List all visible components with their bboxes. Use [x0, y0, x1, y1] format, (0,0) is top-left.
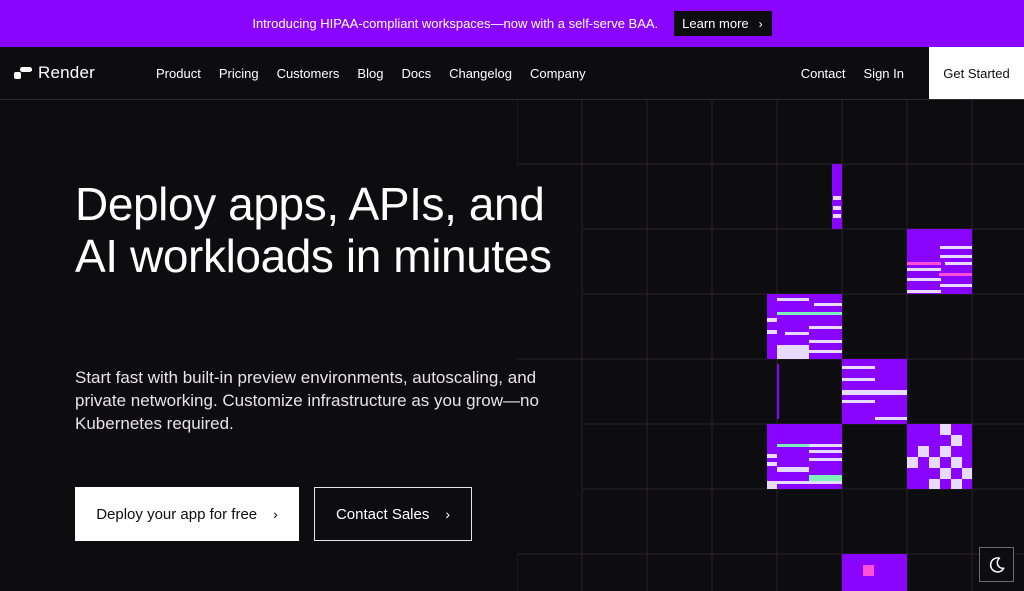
- contact-sales-label: Contact Sales: [335, 505, 430, 523]
- announcement-bar: Introducing HIPAA-compliant workspaces—n…: [0, 0, 1024, 47]
- learn-more-button[interactable]: Learn more ›: [674, 11, 772, 36]
- chevron-right-icon: ›: [758, 16, 763, 31]
- nav-link-product[interactable]: Product: [156, 66, 201, 81]
- nav-link-changelog[interactable]: Changelog: [449, 66, 512, 81]
- tile-lower-left: [767, 424, 842, 489]
- tile-middle: [767, 294, 842, 359]
- sign-in-link[interactable]: Sign In: [864, 66, 904, 81]
- deploy-free-button[interactable]: Deploy your app for free ›: [75, 487, 299, 541]
- announcement-text: Introducing HIPAA-compliant workspaces—n…: [252, 16, 659, 31]
- learn-more-label: Learn more: [682, 16, 749, 31]
- tile-thin-bar: [832, 164, 842, 229]
- chevron-right-icon: ›: [445, 506, 451, 522]
- page: Introducing HIPAA-compliant workspaces—n…: [0, 0, 1024, 591]
- chevron-right-icon: ›: [273, 506, 278, 522]
- nav-link-company[interactable]: Company: [530, 66, 586, 81]
- nav-link-docs[interactable]: Docs: [401, 66, 431, 81]
- nav-link-blog[interactable]: Blog: [357, 66, 383, 81]
- tile-right-middle: [777, 359, 907, 424]
- contact-sales-button[interactable]: Contact Sales ›: [314, 487, 472, 541]
- nav-link-pricing[interactable]: Pricing: [219, 66, 259, 81]
- contact-link[interactable]: Contact: [801, 66, 846, 81]
- render-logo-icon: [14, 67, 32, 79]
- brand-name: Render: [38, 63, 95, 82]
- logo[interactable]: Render: [14, 63, 95, 83]
- get-started-button[interactable]: Get Started: [929, 47, 1024, 99]
- hero-subtitle: Start fast with built-in preview environ…: [75, 368, 539, 433]
- tile-checker: [907, 424, 972, 489]
- hero-grid-graphic: [517, 100, 1024, 591]
- nav-link-customers[interactable]: Customers: [277, 66, 340, 81]
- nav-right: Contact Sign In: [801, 66, 904, 81]
- deploy-free-label: Deploy your app for free: [96, 505, 258, 523]
- hero-title: Deploy apps, APIs, and AI workloads in m…: [75, 178, 552, 282]
- theme-toggle-button[interactable]: [979, 547, 1014, 582]
- top-nav: Render Product Pricing Customers Blog Do…: [0, 47, 1024, 100]
- tile-bottom: [842, 554, 907, 591]
- moon-icon: [989, 556, 1005, 573]
- nav-links: Product Pricing Customers Blog Docs Chan…: [156, 66, 604, 81]
- tile-top-right: [907, 229, 972, 294]
